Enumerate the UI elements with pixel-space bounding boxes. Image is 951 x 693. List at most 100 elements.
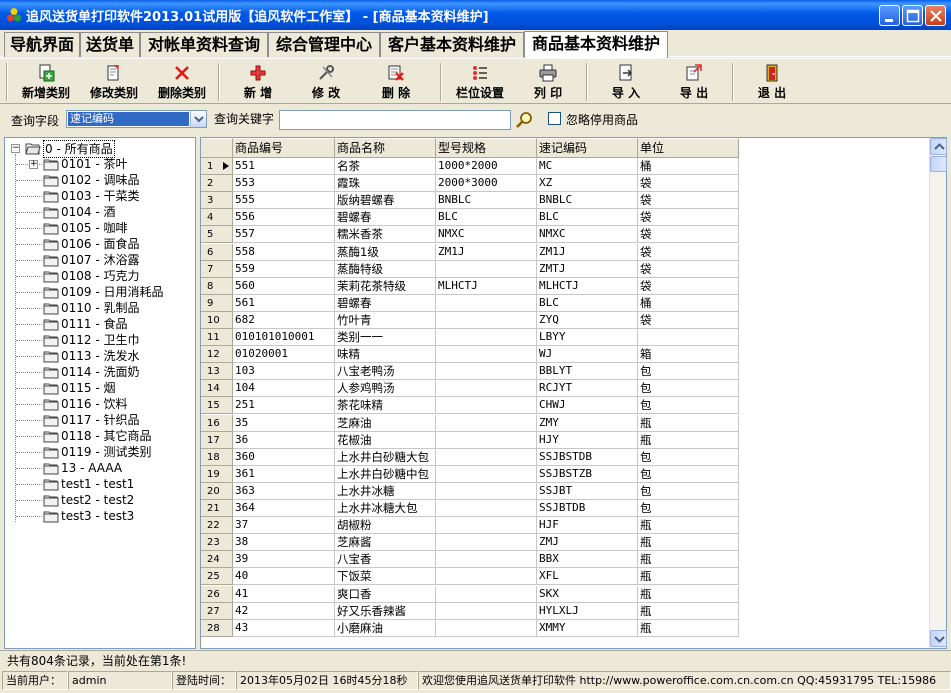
cell-unit[interactable]: 瓶 bbox=[638, 602, 739, 620]
cell-unit[interactable]: 瓶 bbox=[638, 551, 739, 569]
cell-name[interactable]: 蒸酶1级 bbox=[335, 243, 436, 261]
vertical-scrollbar[interactable] bbox=[929, 138, 947, 648]
cell-spec[interactable] bbox=[436, 397, 537, 415]
row-number[interactable]: 9 bbox=[201, 294, 233, 312]
cell-quick[interactable]: SSJBT bbox=[537, 482, 638, 500]
row-number[interactable]: 24 bbox=[201, 551, 233, 569]
cell-spec[interactable] bbox=[436, 363, 537, 381]
tab-customer-data[interactable]: 客户基本资料维护 bbox=[380, 32, 524, 57]
row-number[interactable]: 23 bbox=[201, 534, 233, 552]
row-number[interactable]: 3 bbox=[201, 192, 233, 210]
cell-code[interactable]: 361 bbox=[233, 465, 335, 483]
keyword-input[interactable] bbox=[279, 110, 511, 130]
cell-unit[interactable]: 瓶 bbox=[638, 517, 739, 535]
cell-name[interactable]: 霞珠 bbox=[335, 175, 436, 193]
row-number[interactable]: 26 bbox=[201, 585, 233, 603]
cell-code[interactable]: 38 bbox=[233, 534, 335, 552]
cell-name[interactable]: 八宝老鸭汤 bbox=[335, 363, 436, 381]
cell-code[interactable]: 557 bbox=[233, 226, 335, 244]
row-number[interactable]: 5 bbox=[201, 226, 233, 244]
row-number[interactable]: 27 bbox=[201, 602, 233, 620]
cell-code[interactable]: 555 bbox=[233, 192, 335, 210]
cell-unit[interactable]: 袋 bbox=[638, 175, 739, 193]
cell-spec[interactable] bbox=[436, 585, 537, 603]
cell-unit[interactable]: 包 bbox=[638, 363, 739, 381]
cell-quick[interactable]: ZMTJ bbox=[537, 260, 638, 278]
cell-quick[interactable]: ZMJ bbox=[537, 534, 638, 552]
scroll-down-button[interactable] bbox=[930, 630, 947, 647]
cell-name[interactable]: 上水井白砂糖中包 bbox=[335, 465, 436, 483]
expand-toggle[interactable]: + bbox=[29, 160, 38, 169]
cell-name[interactable]: 蒸酶特级 bbox=[335, 260, 436, 278]
row-number[interactable]: 7 bbox=[201, 260, 233, 278]
cell-spec[interactable] bbox=[436, 414, 537, 432]
cell-quick[interactable]: LBYY bbox=[537, 329, 638, 346]
tab-navigation[interactable]: 导航界面 bbox=[4, 32, 80, 57]
column-header-code[interactable]: 商品编号 bbox=[233, 138, 335, 158]
cell-name[interactable]: 八宝香 bbox=[335, 551, 436, 569]
row-number[interactable]: 15 bbox=[201, 397, 233, 415]
tab-management-center[interactable]: 综合管理中心 bbox=[268, 32, 380, 57]
cell-name[interactable]: 人参鸡鸭汤 bbox=[335, 380, 436, 398]
row-number[interactable]: 21 bbox=[201, 500, 233, 517]
cell-quick[interactable]: MC bbox=[537, 158, 638, 175]
cell-code[interactable]: 42 bbox=[233, 602, 335, 620]
cell-quick[interactable]: ZM1J bbox=[537, 243, 638, 261]
cell-code[interactable]: 01020001 bbox=[233, 346, 335, 364]
cell-unit[interactable]: 袋 bbox=[638, 226, 739, 244]
cell-quick[interactable]: HJY bbox=[537, 431, 638, 449]
row-number[interactable]: 4 bbox=[201, 209, 233, 227]
cell-spec[interactable]: NMXC bbox=[436, 226, 537, 244]
cell-code[interactable]: 37 bbox=[233, 517, 335, 535]
cell-spec[interactable] bbox=[436, 619, 537, 637]
cell-name[interactable]: 名茶 bbox=[335, 158, 436, 175]
cell-unit[interactable]: 袋 bbox=[638, 243, 739, 261]
cell-unit[interactable]: 瓶 bbox=[638, 534, 739, 552]
cell-name[interactable]: 爽口香 bbox=[335, 585, 436, 603]
category-tree[interactable]: − 0 - 所有商品 +0101 - 茶叶 0102 - 调味品 0103 - 干菜… bbox=[4, 137, 196, 649]
cell-name[interactable]: 上水井白砂糖大包 bbox=[335, 448, 436, 466]
cell-unit[interactable]: 包 bbox=[638, 380, 739, 398]
cell-code[interactable]: 360 bbox=[233, 448, 335, 466]
cell-unit[interactable]: 瓶 bbox=[638, 619, 739, 637]
cell-quick[interactable]: BBLYT bbox=[537, 363, 638, 381]
cell-spec[interactable] bbox=[436, 431, 537, 449]
cell-code[interactable]: 251 bbox=[233, 397, 335, 415]
cell-quick[interactable]: SSJBTDB bbox=[537, 500, 638, 517]
cell-quick[interactable]: NMXC bbox=[537, 226, 638, 244]
cell-spec[interactable]: 1000*2000 bbox=[436, 158, 537, 175]
row-number[interactable]: 18 bbox=[201, 448, 233, 466]
row-number[interactable]: 14 bbox=[201, 380, 233, 398]
delete-button[interactable]: 删 除 bbox=[362, 62, 430, 102]
cell-spec[interactable] bbox=[436, 346, 537, 364]
cell-quick[interactable]: SSJBSTDB bbox=[537, 448, 638, 466]
import-button[interactable]: 导 入 bbox=[594, 62, 658, 102]
cell-unit[interactable]: 包 bbox=[638, 482, 739, 500]
cell-quick[interactable]: HYLXLJ bbox=[537, 602, 638, 620]
cell-name[interactable]: 碧螺春 bbox=[335, 209, 436, 227]
edit-category-button[interactable]: 修改类别 bbox=[82, 62, 146, 102]
cell-name[interactable]: 胡椒粉 bbox=[335, 517, 436, 535]
row-number[interactable]: 11 bbox=[201, 329, 233, 346]
column-header-unit[interactable]: 单位 bbox=[638, 138, 739, 158]
cell-quick[interactable]: BBX bbox=[537, 551, 638, 569]
cell-code[interactable]: 558 bbox=[233, 243, 335, 261]
maximize-button[interactable] bbox=[902, 5, 923, 26]
cell-quick[interactable]: SSJBSTZB bbox=[537, 465, 638, 483]
cell-unit[interactable]: 箱 bbox=[638, 346, 739, 364]
cell-quick[interactable]: ZMY bbox=[537, 414, 638, 432]
add-button[interactable]: 新 增 bbox=[226, 62, 290, 102]
ignore-disabled-checkbox[interactable] bbox=[548, 112, 561, 125]
cell-code[interactable]: 561 bbox=[233, 294, 335, 312]
cell-spec[interactable] bbox=[436, 517, 537, 535]
cell-spec[interactable] bbox=[436, 500, 537, 517]
cell-spec[interactable] bbox=[436, 329, 537, 346]
title-bar[interactable]: 追风送货单打印软件2013.01试用版【追风软件工作室】 - [商品基本资料维护… bbox=[0, 0, 951, 30]
cell-spec[interactable] bbox=[436, 294, 537, 312]
cell-spec[interactable] bbox=[436, 465, 537, 483]
cell-quick[interactable]: BLC bbox=[537, 294, 638, 312]
cell-spec[interactable] bbox=[436, 380, 537, 398]
row-number[interactable]: 16 bbox=[201, 414, 233, 432]
exit-button[interactable]: 退 出 bbox=[740, 62, 804, 102]
cell-name[interactable]: 类别一一 bbox=[335, 329, 436, 346]
